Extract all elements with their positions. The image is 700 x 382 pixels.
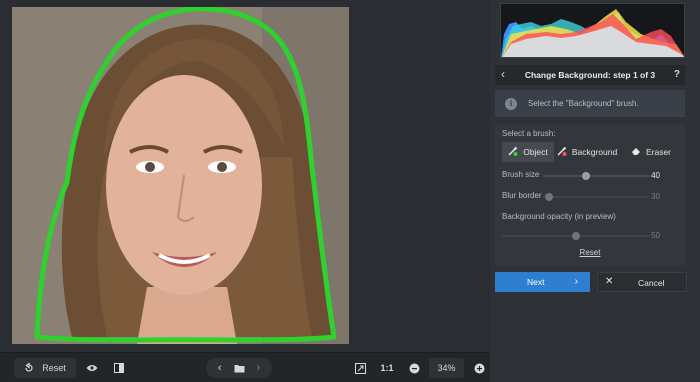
- bg-opacity-knob[interactable]: [572, 232, 580, 240]
- file-navigation: ‹ ›: [206, 358, 272, 378]
- step-title: Change Background: step 1 of 3: [524, 70, 656, 80]
- step-header: ‹ Change Background: step 1 of 3 ?: [495, 65, 685, 85]
- zoom-out-icon: [409, 363, 420, 374]
- eraser-icon: [631, 146, 641, 158]
- background-brush-label: Background: [571, 147, 618, 157]
- reset-link[interactable]: Reset: [495, 248, 685, 257]
- portrait-photo[interactable]: [12, 7, 349, 344]
- portrait-image: [12, 7, 349, 344]
- folder-icon[interactable]: [234, 364, 245, 373]
- info-message: Select the "Background" brush.: [528, 99, 639, 108]
- eye-icon: [86, 364, 98, 372]
- brush-section: Select a brush: Object Background Eraser…: [495, 124, 685, 266]
- chevron-right-icon[interactable]: ›: [257, 362, 261, 374]
- bg-opacity-slider[interactable]: 50: [495, 230, 685, 242]
- close-icon: ✕: [605, 276, 614, 287]
- reset-button[interactable]: Reset: [14, 358, 76, 378]
- back-chevron-icon[interactable]: ‹: [501, 68, 513, 81]
- chevron-right-icon: ›: [574, 276, 578, 287]
- object-brush-button[interactable]: Object: [502, 142, 554, 162]
- zoom-in-icon: [474, 363, 485, 374]
- object-brush-icon: [508, 146, 518, 158]
- brush-size-knob[interactable]: [582, 172, 590, 180]
- zoom-in-button[interactable]: [469, 358, 489, 378]
- select-brush-label: Select a brush:: [502, 129, 556, 138]
- reset-label: Reset: [42, 363, 66, 373]
- blur-border-knob[interactable]: [545, 193, 553, 201]
- blur-border-track[interactable]: [543, 196, 650, 198]
- brush-size-slider[interactable]: 40: [495, 170, 685, 182]
- blur-border-slider[interactable]: 30: [495, 191, 685, 203]
- zoom-level[interactable]: 34%: [429, 358, 464, 378]
- compare-button[interactable]: [109, 358, 129, 378]
- preview-toggle-button[interactable]: [82, 358, 102, 378]
- right-panel: ‹ Change Background: step 1 of 3 ? i Sel…: [490, 0, 700, 382]
- fit-screen-button[interactable]: [352, 358, 368, 378]
- compare-icon: [114, 363, 124, 373]
- zoom-out-button[interactable]: [404, 358, 424, 378]
- info-icon: i: [505, 97, 517, 110]
- cancel-label: Cancel: [638, 278, 665, 288]
- cancel-button[interactable]: ✕ Cancel: [597, 272, 687, 292]
- next-label: Next: [527, 277, 545, 287]
- bottom-toolbar: Reset ‹ › 1:1 34%: [0, 352, 490, 382]
- fit-screen-icon: [354, 362, 366, 374]
- brush-size-track[interactable]: [543, 175, 650, 177]
- eraser-button[interactable]: Eraser: [625, 142, 677, 162]
- brush-size-value: 40: [651, 171, 660, 180]
- chevron-left-icon[interactable]: ‹: [218, 362, 222, 374]
- background-brush-button[interactable]: Background: [557, 142, 617, 162]
- object-brush-label: Object: [523, 147, 548, 157]
- eraser-label: Eraser: [645, 147, 672, 157]
- histogram: [500, 3, 685, 58]
- undo-icon: [24, 363, 34, 373]
- blur-border-value: 30: [651, 192, 660, 201]
- background-brush-icon: [557, 146, 567, 158]
- info-box: i Select the "Background" brush.: [495, 90, 685, 117]
- bg-opacity-label: Background opacity (in preview): [502, 212, 616, 221]
- one-to-one-button[interactable]: 1:1: [377, 358, 397, 378]
- bg-opacity-value: 50: [651, 231, 660, 240]
- help-icon[interactable]: ?: [674, 69, 680, 80]
- canvas-area[interactable]: [0, 0, 490, 352]
- next-button[interactable]: Next ›: [495, 272, 590, 292]
